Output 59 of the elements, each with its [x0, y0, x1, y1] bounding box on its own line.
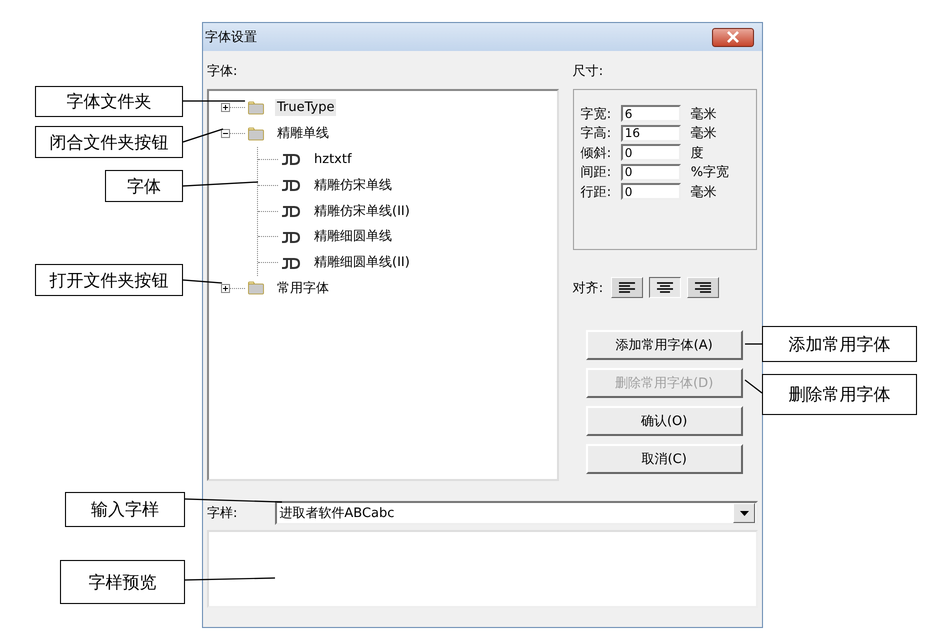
folder-item[interactable]: 常用字体 — [275, 280, 331, 297]
align-button[interactable] — [649, 277, 682, 298]
size-label: 尺寸: — [572, 63, 604, 81]
leader-line — [745, 343, 762, 345]
expand-button[interactable] — [221, 103, 230, 112]
collapse-button[interactable] — [221, 129, 230, 138]
callout-label: 删除常用字体 — [762, 374, 917, 415]
field-label: 字高: — [580, 125, 612, 142]
align-left-icon — [618, 282, 636, 294]
leader-line — [744, 380, 762, 394]
callout-label: 字样预览 — [60, 560, 185, 604]
folder-item[interactable]: TrueType — [275, 99, 336, 116]
input-field[interactable]: 6 — [620, 105, 681, 122]
align-center-icon — [656, 282, 674, 294]
leader-line — [182, 128, 224, 143]
field-label: 行距: — [580, 184, 612, 200]
folder-icon — [245, 126, 267, 141]
input-field[interactable]: 16 — [620, 124, 681, 142]
folder-item[interactable]: 精雕单线 — [275, 125, 331, 142]
font-item[interactable]: 精雕仿宋单线 — [312, 176, 394, 194]
sample-combo-box[interactable]: 进取者软件ABCabc — [275, 501, 758, 525]
folder-icon — [245, 281, 267, 296]
unit-label: %字宽 — [690, 164, 730, 181]
leader-line — [182, 279, 222, 284]
font-item[interactable]: 精雕细圆单线(II) — [312, 254, 412, 272]
callout-label: 字体 — [105, 170, 183, 202]
font-item[interactable]: 精雕细圆单线 — [312, 228, 394, 246]
callout-label: 打开文件夹按钮 — [35, 264, 183, 296]
input-field[interactable]: 0 — [620, 164, 681, 180]
input-field[interactable]: 0 — [620, 183, 681, 200]
folder-icon — [245, 100, 267, 115]
push-button[interactable]: 添加常用字体(A) — [586, 330, 743, 360]
font-item[interactable]: 精雕仿宋单线(II) — [312, 202, 412, 220]
fonts-label: 字体: — [207, 63, 238, 81]
align-right-icon — [694, 282, 712, 294]
dropdown-button[interactable] — [733, 503, 755, 523]
field-label: 间距: — [580, 164, 612, 181]
callout-label: 输入字样 — [65, 492, 185, 527]
font-item[interactable]: hztxtf — [312, 150, 354, 168]
dropdown-arrow-icon — [740, 510, 748, 516]
close-icon — [726, 31, 740, 43]
align-label: 对齐: — [572, 280, 604, 296]
callout-label: 字体文件夹 — [35, 86, 183, 117]
unit-label: 毫米 — [690, 125, 717, 142]
field-label: 倾斜: — [580, 144, 612, 162]
leader-line — [183, 100, 245, 102]
sample-label: 字样: — [207, 505, 238, 522]
expand-button[interactable] — [221, 284, 230, 293]
close-button[interactable] — [712, 28, 754, 46]
unit-label: 毫米 — [690, 106, 717, 122]
unit-label: 毫米 — [690, 184, 717, 200]
callout-label: 添加常用字体 — [762, 326, 917, 362]
field-label: 字宽: — [580, 106, 612, 122]
unit-label: 度 — [690, 144, 704, 162]
push-button[interactable]: 确认(O) — [586, 406, 743, 436]
window-title: 字体设置 — [205, 29, 257, 46]
callout-label: 闭合文件夹按钮 — [35, 126, 183, 158]
input-field[interactable]: 0 — [620, 144, 681, 161]
push-button[interactable]: 取消(C) — [586, 444, 743, 474]
